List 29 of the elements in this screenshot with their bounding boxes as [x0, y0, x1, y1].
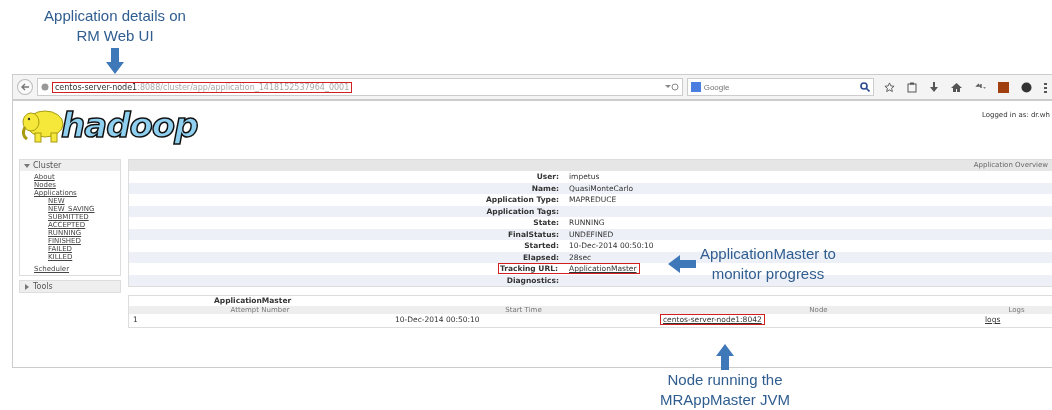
down-arrow-icon	[106, 48, 124, 74]
extension-icon[interactable]	[1021, 81, 1032, 93]
reload-icon[interactable]	[664, 83, 679, 91]
search-engine-icon	[690, 82, 701, 92]
home-icon[interactable]	[951, 81, 962, 93]
up-arrow-icon	[716, 344, 734, 370]
back-button[interactable]	[17, 79, 33, 95]
section-title: Tools	[33, 282, 53, 291]
url-text: centos-server-node1:8088/cluster/app/application_1418152537964_0001	[51, 81, 353, 93]
sidebar-section-header[interactable]: Cluster	[20, 160, 120, 171]
annotation-text: Application details on RM Web UI	[44, 6, 186, 46]
search-icon[interactable]	[860, 82, 870, 92]
annotation-text: ApplicationMaster to monitor progress	[700, 244, 836, 284]
left-arrow-icon	[668, 255, 696, 273]
globe-icon	[40, 83, 49, 91]
sidebar-section-header[interactable]: Tools	[20, 281, 120, 292]
address-bar[interactable]: centos-server-node1:8088/cluster/app/application_1418152537964_0001	[36, 78, 683, 96]
logo-text: hadoop	[61, 105, 198, 145]
section-title: Cluster	[33, 161, 62, 170]
menu-icon[interactable]	[1044, 81, 1048, 93]
download-icon[interactable]	[929, 81, 939, 93]
caret-down-icon	[24, 162, 30, 169]
star-icon[interactable]	[884, 81, 895, 93]
caret-right-icon	[24, 283, 30, 290]
search-field[interactable]: Google	[686, 78, 874, 96]
back-arrow-icon	[19, 82, 30, 92]
extension-icon[interactable]	[998, 81, 1009, 93]
clipboard-icon[interactable]	[907, 81, 917, 93]
annotation-text: Node running the MRAppMaster JVM	[660, 370, 790, 410]
